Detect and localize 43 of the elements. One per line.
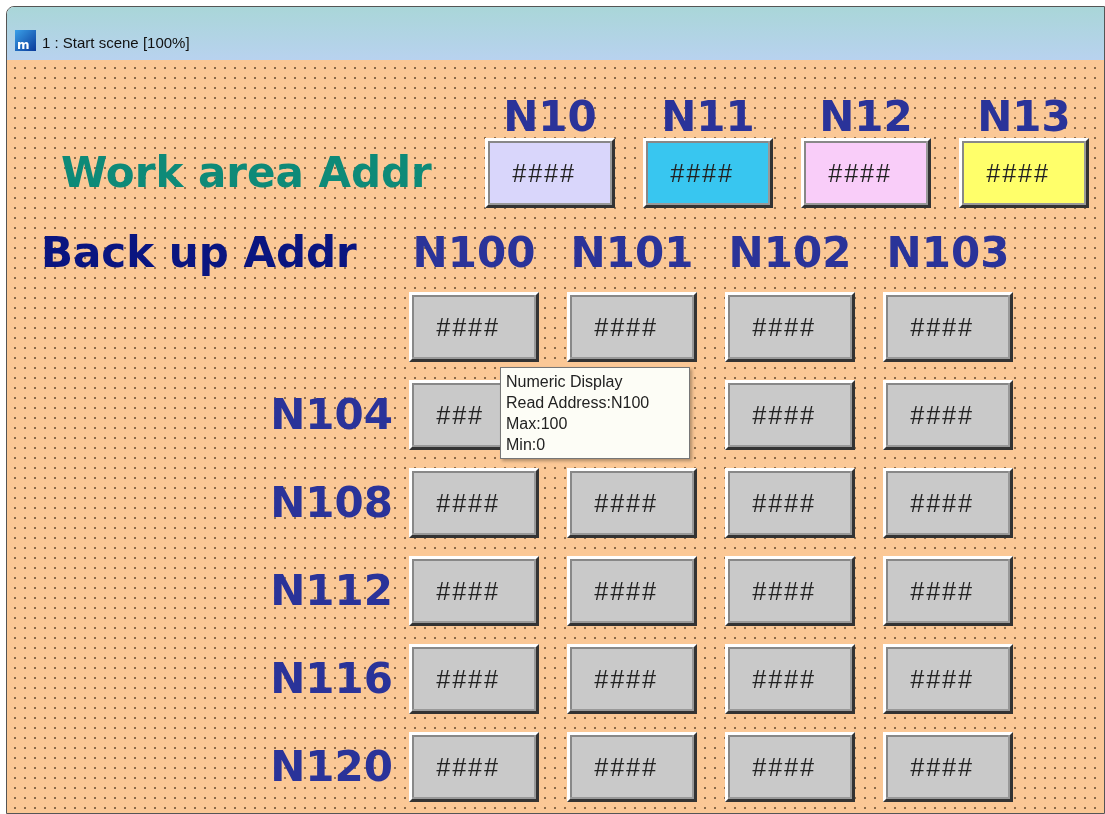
numeric-display[interactable]: #### (725, 292, 855, 362)
numeric-display[interactable]: #### (409, 644, 539, 714)
numeric-display[interactable]: #### (567, 468, 697, 538)
numeric-display[interactable]: #### (567, 556, 697, 626)
address-label: N116 (270, 658, 393, 700)
address-label: N120 (270, 746, 393, 788)
numeric-display[interactable]: #### (883, 644, 1013, 714)
numeric-display[interactable]: #### (409, 556, 539, 626)
section-label: Work area Addr (60, 147, 433, 199)
numeric-display[interactable]: #### (725, 732, 855, 802)
numeric-display[interactable]: #### (883, 292, 1013, 362)
numeric-display[interactable]: #### (801, 138, 931, 208)
numeric-display[interactable]: #### (567, 644, 697, 714)
numeric-display[interactable]: #### (567, 292, 697, 362)
numeric-display[interactable]: #### (725, 380, 855, 450)
numeric-display[interactable]: #### (485, 138, 615, 208)
address-label: N103 (886, 232, 1010, 274)
numeric-display[interactable]: #### (883, 468, 1013, 538)
address-label: N10 (503, 96, 597, 138)
address-label: N100 (412, 232, 536, 274)
numeric-display[interactable]: #### (883, 556, 1013, 626)
numeric-display[interactable]: #### (725, 468, 855, 538)
numeric-display[interactable]: #### (409, 292, 539, 362)
address-label: N112 (270, 570, 393, 612)
window-title: 1 : Start scene [100%] (42, 34, 190, 51)
address-label: N11 (661, 96, 755, 138)
numeric-display[interactable]: #### (567, 732, 697, 802)
numeric-display[interactable]: #### (725, 556, 855, 626)
address-label: N102 (728, 232, 852, 274)
address-label: N101 (570, 232, 694, 274)
numeric-display[interactable]: #### (725, 644, 855, 714)
numeric-display[interactable]: #### (883, 380, 1013, 450)
section-label: Back up Addr (40, 232, 358, 274)
address-label: N104 (270, 394, 393, 436)
numeric-display[interactable]: #### (409, 732, 539, 802)
numeric-display[interactable]: #### (409, 468, 539, 538)
app-icon: m (15, 30, 36, 51)
address-label: N108 (270, 482, 393, 524)
address-label: N12 (819, 96, 913, 138)
numeric-display[interactable]: #### (883, 732, 1013, 802)
numeric-display[interactable]: #### (643, 138, 773, 208)
numeric-display[interactable]: #### (959, 138, 1089, 208)
address-label: N13 (977, 96, 1071, 138)
